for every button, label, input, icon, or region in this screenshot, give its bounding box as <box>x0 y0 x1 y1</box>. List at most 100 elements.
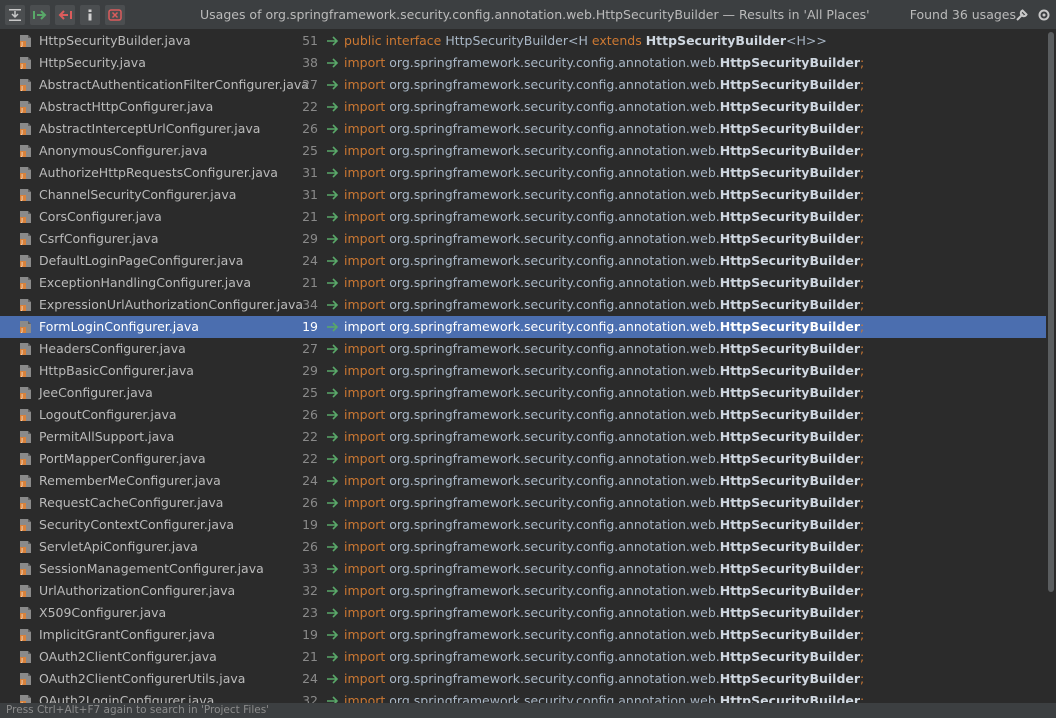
package-name: org.springframework.security.config.anno… <box>389 341 720 356</box>
semicolon: ; <box>860 121 865 136</box>
svg-text:J: J <box>20 262 23 268</box>
usage-row[interactable]: J ChannelSecurityConfigurer.java 31 import … <box>0 184 1046 206</box>
usage-row[interactable]: J AnonymousConfigurer.java 25 import org.sp… <box>0 140 1046 162</box>
import-arrow-icon <box>327 190 339 200</box>
import-arrow-icon <box>327 366 339 376</box>
usage-row[interactable]: J PermitAllSupport.java 22 import org.sprin… <box>0 426 1046 448</box>
line-number: 21 <box>302 209 318 224</box>
usage-row[interactable]: J ImplicitGrantConfigurer.java 19 import or… <box>0 624 1046 646</box>
svg-text:J: J <box>20 196 23 202</box>
java-file-icon: J <box>20 123 31 136</box>
wrench-icon[interactable] <box>1014 7 1030 23</box>
class-name: HttpSecurityBuilder <box>719 143 861 158</box>
expand-all-button[interactable] <box>5 4 25 25</box>
semicolon: ; <box>860 143 865 158</box>
class-name: HttpSecurityBuilder <box>719 473 861 488</box>
line-number: 22 <box>302 99 318 114</box>
svg-text:J: J <box>20 504 23 510</box>
usage-row[interactable]: J ServletApiConfigurer.java 26 import org.s… <box>0 536 1046 558</box>
import-arrow-icon <box>327 344 339 354</box>
import-arrow-icon <box>327 476 339 486</box>
usage-row[interactable]: J JeeConfigurer.java 25 import org.springfr… <box>0 382 1046 404</box>
usage-row[interactable]: J RememberMeConfigurer.java 24 import org.s… <box>0 470 1046 492</box>
file-name: OAuth2ClientConfigurerUtils.java <box>39 671 246 686</box>
semicolon: ; <box>860 363 865 378</box>
usage-row[interactable]: J DefaultLoginPageConfigurer.java 24 import… <box>0 250 1046 272</box>
usage-row[interactable]: J OAuth2ClientConfigurer.java 21 import org… <box>0 646 1046 668</box>
package-name: org.springframework.security.config.anno… <box>389 671 720 686</box>
usage-row[interactable]: J FormLoginConfigurer.java 19 import org.sp… <box>0 316 1046 338</box>
usage-row[interactable]: J AbstractAuthenticationFilterConfigurer.… <box>0 74 1046 96</box>
java-file-icon: J <box>20 277 31 290</box>
semicolon: ; <box>860 77 865 92</box>
usage-row[interactable]: J PortMapperConfigurer.java 22 import org.s… <box>0 448 1046 470</box>
import-arrow-icon <box>327 124 339 134</box>
svg-text:J: J <box>20 42 23 48</box>
file-name: SessionManagementConfigurer.java <box>39 561 264 576</box>
usages-title: Usages of org.springframework.security.c… <box>200 7 870 22</box>
file-name: PermitAllSupport.java <box>39 429 175 444</box>
usage-row[interactable]: J CsrfConfigurer.java 29 import org.springf… <box>0 228 1046 250</box>
usage-row[interactable]: J CorsConfigurer.java 21 import org.springf… <box>0 206 1046 228</box>
svg-text:J: J <box>20 658 23 664</box>
usage-row[interactable]: J LogoutConfigurer.java 26 import org.sprin… <box>0 404 1046 426</box>
usage-row[interactable]: J UrlAuthorizationConfigurer.java 32 import… <box>0 580 1046 602</box>
svg-text:J: J <box>20 680 23 686</box>
usage-row[interactable]: J AbstractHttpConfigurer.java 22 import org… <box>0 96 1046 118</box>
svg-text:J: J <box>20 438 23 444</box>
svg-text:J: J <box>20 416 23 422</box>
class-name: HttpSecurityBuilder <box>719 209 861 224</box>
usage-row[interactable]: J SecurityContextConfigurer.java 19 import … <box>0 514 1046 536</box>
usage-code: import org.springframework.security.conf… <box>344 690 864 703</box>
usage-row[interactable]: J RequestCacheConfigurer.java 26 import org… <box>0 492 1046 514</box>
import-arrow-icon <box>327 674 339 684</box>
keyword: import <box>344 275 386 290</box>
usage-row[interactable]: J OAuth2LoginConfigurer.java 32 import org.… <box>0 690 1046 703</box>
usage-code: import org.springframework.security.conf… <box>344 404 864 426</box>
keyword: import <box>344 605 386 620</box>
package-name: org.springframework.security.config.anno… <box>389 385 720 400</box>
usage-row[interactable]: J AbstractInterceptUrlConfigurer.java 26 im… <box>0 118 1046 140</box>
usage-row[interactable]: J SessionManagementConfigurer.java 33 impor… <box>0 558 1046 580</box>
previous-occurrence-button[interactable] <box>55 4 75 25</box>
usage-row[interactable]: J AuthorizeHttpRequestsConfigurer.java 31 i… <box>0 162 1046 184</box>
usage-row[interactable]: J OAuth2ClientConfigurerUtils.java 24 impor… <box>0 668 1046 690</box>
usage-row[interactable]: J ExpressionUrlAuthorizationConfigurer.ja… <box>0 294 1046 316</box>
vertical-scrollbar[interactable] <box>1046 30 1056 703</box>
usage-row[interactable]: J HttpSecurityBuilder.java 51 public interf… <box>0 30 1046 52</box>
java-file-icon: J <box>20 57 31 70</box>
class-name: HttpSecurityBuilder <box>719 671 861 686</box>
line-number: 25 <box>302 143 318 158</box>
class-name: HttpSecurityBuilder <box>719 121 861 136</box>
keyword: import <box>344 407 386 422</box>
file-name: ImplicitGrantConfigurer.java <box>39 627 216 642</box>
usage-row[interactable]: J ExceptionHandlingConfigurer.java 21 impor… <box>0 272 1046 294</box>
java-file-icon: J <box>20 189 31 202</box>
line-number: 26 <box>302 121 318 136</box>
semicolon: ; <box>860 627 865 642</box>
usage-row[interactable]: J HttpBasicConfigurer.java 29 import org.sp… <box>0 360 1046 382</box>
package-name: org.springframework.security.config.anno… <box>389 583 720 598</box>
gear-icon[interactable] <box>1036 7 1052 23</box>
keyword: import <box>344 209 386 224</box>
java-file-icon: J <box>20 585 31 598</box>
scrollbar-thumb[interactable] <box>1048 32 1054 592</box>
usage-row[interactable]: J HeadersConfigurer.java 27 import org.spri… <box>0 338 1046 360</box>
svg-text:J: J <box>20 284 23 290</box>
close-tab-button[interactable] <box>105 4 125 25</box>
svg-text:J: J <box>20 130 23 136</box>
usage-row[interactable]: J HttpSecurity.java 38 import org.springfra… <box>0 52 1046 74</box>
class-name: HttpSecurityBuilder <box>719 429 861 444</box>
usage-row[interactable]: J X509Configurer.java 23 import org.springf… <box>0 602 1046 624</box>
class-name: HttpSecurityBuilder <box>719 605 861 620</box>
semicolon: ; <box>860 99 865 114</box>
keyword: import <box>344 253 386 268</box>
semicolon: ; <box>860 473 865 488</box>
svg-text:J: J <box>20 328 23 334</box>
info-button[interactable] <box>80 4 100 25</box>
svg-text:J: J <box>20 174 23 180</box>
java-file-icon: J <box>20 629 31 642</box>
next-occurrence-button[interactable] <box>30 4 50 25</box>
line-number: 22 <box>302 429 318 444</box>
semicolon: ; <box>860 671 865 686</box>
